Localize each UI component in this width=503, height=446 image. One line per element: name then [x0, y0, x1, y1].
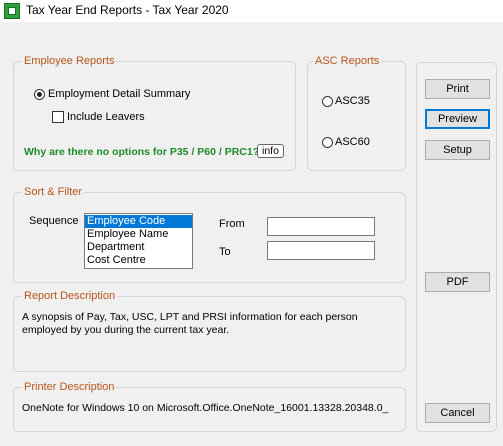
app-icon — [4, 3, 20, 19]
asc35-radio[interactable] — [322, 96, 333, 107]
from-input[interactable] — [267, 217, 375, 236]
report-description-line-1: A synopsis of Pay, Tax, USC, LPT and PRS… — [22, 311, 358, 323]
employee-reports-legend: Employee Reports — [22, 55, 117, 67]
report-description-legend: Report Description — [22, 290, 118, 302]
print-button[interactable]: Print — [425, 79, 490, 99]
employment-detail-summary-radio[interactable] — [34, 89, 45, 100]
asc35-label[interactable]: ASC35 — [335, 95, 370, 107]
sequence-listbox[interactable]: Employee Code Employee Name Department C… — [84, 213, 193, 269]
sequence-option-cost-centre[interactable]: Cost Centre — [85, 254, 192, 267]
sequence-option-employee-name[interactable]: Employee Name — [85, 228, 192, 241]
sequence-option-department[interactable]: Department — [85, 241, 192, 254]
cancel-button[interactable]: Cancel — [425, 403, 490, 423]
setup-button[interactable]: Setup — [425, 140, 490, 160]
sequence-option-employee-code[interactable]: Employee Code — [85, 215, 192, 228]
asc60-radio[interactable] — [322, 137, 333, 148]
pdf-button[interactable]: PDF — [425, 272, 490, 292]
title-bar: Tax Year End Reports - Tax Year 2020 — [0, 0, 503, 22]
missing-options-question: Why are there no options for P35 / P60 /… — [24, 146, 260, 158]
include-leavers-label[interactable]: Include Leavers — [67, 111, 145, 123]
asc-reports-legend: ASC Reports — [313, 55, 382, 67]
printer-description-text: OneNote for Windows 10 on Microsoft.Offi… — [22, 402, 389, 414]
sort-filter-legend: Sort & Filter — [22, 186, 85, 198]
info-button[interactable]: info — [257, 144, 284, 158]
sort-filter-group — [13, 192, 406, 283]
printer-description-legend: Printer Description — [22, 381, 117, 393]
from-label: From — [219, 218, 245, 230]
employment-detail-summary-label[interactable]: Employment Detail Summary — [48, 88, 190, 100]
window-title: Tax Year End Reports - Tax Year 2020 — [26, 3, 229, 17]
sequence-label: Sequence — [29, 215, 79, 227]
asc-reports-group — [307, 61, 406, 171]
to-input[interactable] — [267, 241, 375, 260]
include-leavers-checkbox[interactable] — [52, 111, 64, 123]
to-label: To — [219, 246, 231, 258]
preview-button[interactable]: Preview — [425, 109, 490, 129]
asc60-label[interactable]: ASC60 — [335, 136, 370, 148]
report-description-line-2: employed by you during the current tax y… — [22, 324, 230, 336]
